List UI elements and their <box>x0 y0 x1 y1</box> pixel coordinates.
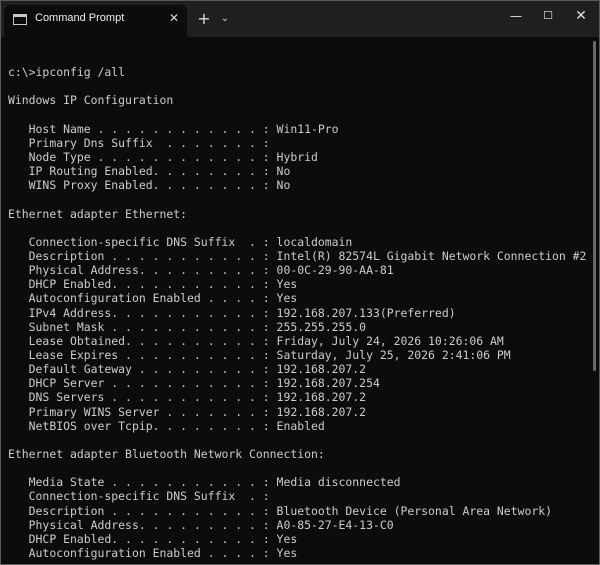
console-line: IPv4 Address. . . . . . . . . . . : 192.… <box>8 305 456 320</box>
close-icon[interactable]: ✕ <box>565 1 597 31</box>
console-line: WINS Proxy Enabled. . . . . . . . : No <box>8 178 291 193</box>
console-line: Physical Address. . . . . . . . . : 00-0… <box>8 263 394 278</box>
maximize-icon[interactable]: ☐ <box>532 1 564 31</box>
console-line: NetBIOS over Tcpip. . . . . . . . : Enab… <box>8 418 325 433</box>
console-output[interactable]: c:\>ipconfig /all Windows IP Configuratio… <box>8 51 586 560</box>
console-line: DNS Servers . . . . . . . . . . . : 192.… <box>8 390 367 405</box>
console-line: Subnet Mask . . . . . . . . . . . : 255.… <box>8 319 367 334</box>
console-line: Description . . . . . . . . . . . : Blue… <box>8 503 552 518</box>
title-bar[interactable]: Command Prompt ✕ + ⌄ — ☐ ✕ <box>1 1 599 37</box>
console-line: DHCP Enabled. . . . . . . . . . . : Yes <box>8 277 298 292</box>
console-line: c:\>ipconfig /all <box>8 65 126 80</box>
console-line: Host Name . . . . . . . . . . . . : Win1… <box>8 121 339 136</box>
console-line: DHCP Server . . . . . . . . . . . : 192.… <box>8 376 380 391</box>
console-line: Primary WINS Server . . . . . . . : 192.… <box>8 404 367 419</box>
console-line: Description . . . . . . . . . . . : Inte… <box>8 248 587 263</box>
console-line: Lease Expires . . . . . . . . . . : Satu… <box>8 347 511 362</box>
console-line: Ethernet adapter Ethernet: <box>8 206 188 221</box>
close-tab-icon[interactable]: ✕ <box>165 9 183 27</box>
console-line: Node Type . . . . . . . . . . . . : Hybr… <box>8 149 318 164</box>
terminal-icon <box>13 14 27 25</box>
console-line: Connection-specific DNS Suffix . : <box>8 489 270 504</box>
console-line: DHCP Enabled. . . . . . . . . . . : Yes <box>8 531 298 546</box>
console-line: Autoconfiguration Enabled . . . . : Yes <box>8 545 298 560</box>
console-line: Lease Obtained. . . . . . . . . . : Frid… <box>8 333 504 348</box>
chevron-down-icon[interactable]: ⌄ <box>217 9 233 29</box>
console-line: Windows IP Configuration <box>8 93 174 108</box>
console-line: Connection-specific DNS Suffix . : local… <box>8 234 353 249</box>
tab-command-prompt[interactable]: Command Prompt ✕ <box>4 5 187 37</box>
console-line: Media State . . . . . . . . . . . : Medi… <box>8 475 401 490</box>
console-line: Default Gateway . . . . . . . . . : 192.… <box>8 362 367 377</box>
vertical-scrollbar[interactable] <box>593 41 596 371</box>
console-line: Ethernet adapter Bluetooth Network Conne… <box>8 446 325 461</box>
console-line: IP Routing Enabled. . . . . . . . : No <box>8 164 291 179</box>
command-prompt-window: Command Prompt ✕ + ⌄ — ☐ ✕ c:\>ipconfig … <box>0 0 600 565</box>
console-line: Autoconfiguration Enabled . . . . : Yes <box>8 291 298 306</box>
minimize-icon[interactable]: — <box>500 1 532 31</box>
plus-icon[interactable]: + <box>194 9 214 29</box>
console-line: Primary Dns Suffix . . . . . . . : <box>8 135 270 150</box>
tab-title: Command Prompt <box>35 12 125 24</box>
console-line: Physical Address. . . . . . . . . : A0-8… <box>8 517 394 532</box>
